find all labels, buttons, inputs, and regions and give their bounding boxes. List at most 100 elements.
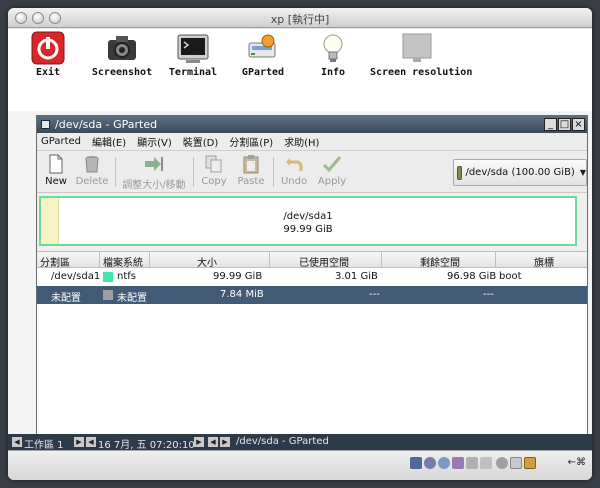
gparted-icon [246, 31, 280, 65]
toolbar: New Delete 調整大小/移動 Copy Paste Undo Apply… [37, 151, 587, 193]
column-separator [495, 252, 496, 268]
taskbar-task-gparted[interactable]: /dev/sda - GParted [236, 436, 329, 447]
device-selector[interactable]: /dev/sda (100.00 GiB) ▼ [453, 159, 587, 186]
lightbulb-icon [316, 31, 350, 65]
filesystem-color-swatch [103, 272, 113, 282]
cell-size: 7.84 MiB [220, 289, 264, 300]
column-separator [149, 252, 150, 268]
download-icon[interactable] [524, 457, 536, 469]
monitor-icon [400, 31, 434, 65]
new-document-icon [46, 154, 66, 174]
arrow-right-icon[interactable]: ▶ [220, 437, 230, 447]
column-separator [269, 252, 270, 268]
mouse-integration-icon[interactable] [510, 457, 522, 469]
launcher-label: Screen resolution [370, 67, 473, 78]
cell-partition: 未配置 [51, 293, 81, 304]
gparted-title: /dev/sda - GParted [55, 118, 158, 131]
menu-edit[interactable]: 編輯(E) [92, 134, 126, 149]
disk-map-partition-name: /dev/sda1 [283, 211, 333, 222]
partition-table: 分割區 檔案系統 大小 已使用空間 剩餘空間 旗標 /dev/sda1 ntfs [37, 251, 587, 434]
cell-unused: 96.98 GiB [447, 271, 497, 282]
guest-desktop: Exit Screenshot Terminal GParted Info Sc… [8, 29, 592, 434]
vm-statusbar: ←⌘ [8, 450, 592, 480]
cell-used: 3.01 GiB [335, 271, 378, 282]
apply-button[interactable]: Apply [315, 154, 349, 187]
arrow-left-icon[interactable]: ◀ [86, 437, 96, 447]
copy-button[interactable]: Copy [199, 154, 229, 187]
guest-taskbar: ◀ 工作區 1 ▶ ◀ 16 7月, 五 07:20:10 ▶ ◀ ▶ /dev… [8, 434, 592, 451]
optical-drive-icon[interactable] [424, 457, 436, 469]
paste-label: Paste [237, 176, 265, 187]
launcher-info[interactable]: Info [316, 31, 350, 78]
arrow-left-icon[interactable]: ◀ [208, 437, 218, 447]
column-size[interactable]: 大小 [197, 254, 217, 269]
menu-partition[interactable]: 分割區(P) [229, 134, 273, 149]
menu-device[interactable]: 裝置(D) [183, 134, 219, 149]
delete-button[interactable]: Delete [75, 154, 109, 187]
floppy-icon[interactable] [438, 457, 450, 469]
cell-partition: /dev/sda1 [51, 271, 101, 282]
table-header: 分割區 檔案系統 大小 已使用空間 剩餘空間 旗標 [37, 252, 587, 269]
resize-move-button[interactable]: 調整大小/移動 [121, 154, 187, 191]
maximize-icon[interactable]: □ [558, 118, 571, 131]
launcher-label: Info [320, 67, 346, 78]
network-icon[interactable] [466, 457, 478, 469]
column-flags[interactable]: 旗標 [534, 254, 554, 269]
copy-icon [204, 154, 224, 174]
gparted-titlebar[interactable]: /dev/sda - GParted _ □ × [37, 116, 587, 133]
menu-gparted[interactable]: GParted [41, 136, 81, 147]
filesystem-color-swatch [103, 290, 113, 300]
launcher-label: Terminal [168, 67, 218, 78]
arrow-left-icon[interactable]: ◀ [12, 437, 22, 447]
device-label: /dev/sda (100.00 GiB) [465, 167, 575, 178]
trash-icon [82, 154, 102, 174]
capture-icon[interactable] [496, 457, 508, 469]
checkmark-icon [322, 154, 342, 174]
toolbar-separator [115, 157, 116, 187]
arrow-right-icon[interactable]: ▶ [194, 437, 204, 447]
launcher-terminal[interactable]: Terminal [168, 31, 218, 78]
minimize-icon[interactable]: _ [544, 118, 557, 131]
toolbar-separator [193, 157, 194, 187]
harddisk-icon [457, 165, 463, 180]
launcher-exit[interactable]: Exit [28, 31, 68, 78]
column-unused[interactable]: 剩餘空間 [420, 254, 460, 269]
launcher-gparted[interactable]: GParted [238, 31, 288, 78]
new-button[interactable]: New [43, 154, 69, 187]
column-partition[interactable]: 分割區 [40, 254, 70, 269]
cell-used: --- [369, 289, 380, 300]
clock: 16 7月, 五 07:20:10 [98, 440, 195, 451]
usb-icon[interactable] [452, 457, 464, 469]
new-label: New [45, 176, 67, 187]
launcher-screen-resolution[interactable]: Screen resolution [370, 31, 473, 78]
vm-window: xp [執行中] Exit Screenshot Terminal GParte… [8, 8, 592, 480]
launcher-label: GParted [241, 67, 285, 78]
window-menu-icon[interactable] [41, 120, 50, 129]
disk-map-partition-size: 99.99 GiB [283, 224, 333, 235]
workspace-label[interactable]: 工作區 1 [24, 436, 64, 451]
table-row[interactable]: 未配置 未配置 7.84 MiB --- --- [37, 286, 587, 304]
paste-button[interactable]: Paste [235, 154, 267, 187]
resize-move-label: 調整大小/移動 [122, 180, 186, 191]
undo-button[interactable]: Undo [279, 154, 309, 187]
menu-help[interactable]: 求助(H) [284, 134, 319, 149]
menu-view[interactable]: 顯示(V) [137, 134, 172, 149]
cell-size: 99.99 GiB [213, 271, 263, 282]
disk-map[interactable]: /dev/sda1 99.99 GiB [39, 196, 577, 246]
arrow-right-icon[interactable]: ▶ [74, 437, 84, 447]
column-separator [381, 252, 382, 268]
launcher-screenshot[interactable]: Screenshot [90, 31, 154, 78]
table-row[interactable]: /dev/sda1 ntfs 99.99 GiB 3.01 GiB 96.98 … [37, 268, 587, 286]
vm-title: xp [執行中] [270, 13, 330, 26]
column-filesystem[interactable]: 檔案系統 [103, 254, 143, 269]
shared-folders-icon[interactable] [480, 457, 492, 469]
undo-label: Undo [280, 176, 308, 187]
resize-arrow-icon [144, 154, 164, 174]
undo-icon [284, 154, 304, 174]
paste-icon [241, 154, 261, 174]
harddisk-activity-icon[interactable] [410, 457, 422, 469]
copy-label: Copy [201, 176, 227, 187]
vm-titlebar: xp [執行中] [8, 8, 592, 28]
column-used[interactable]: 已使用空間 [299, 254, 349, 269]
close-icon[interactable]: × [572, 118, 585, 131]
